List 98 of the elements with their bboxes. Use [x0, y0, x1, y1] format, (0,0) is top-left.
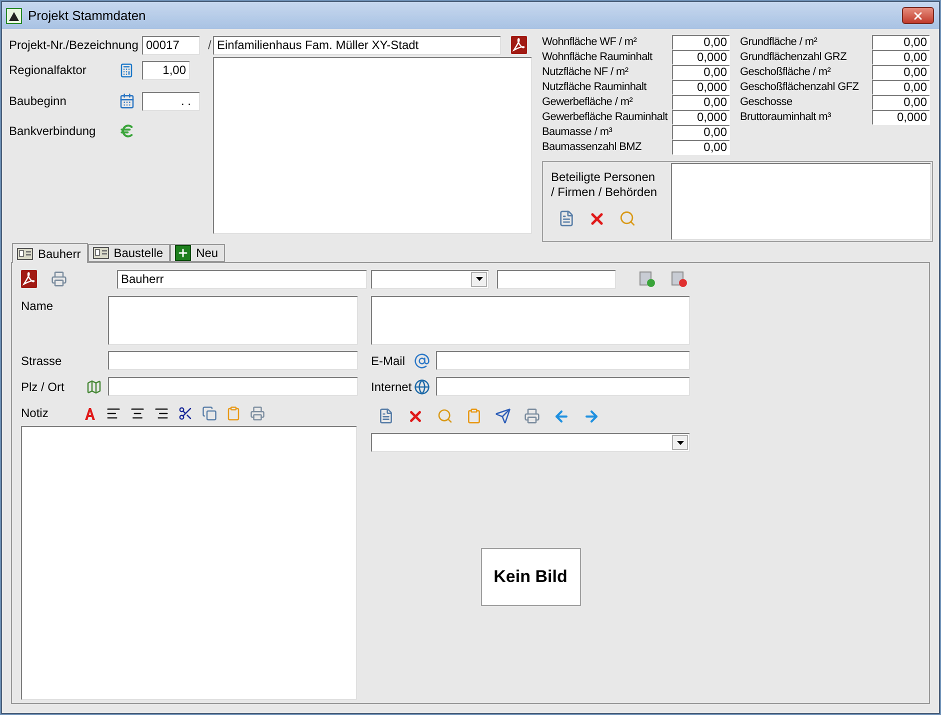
metric-label: Wohnfläche WF / m²: [542, 35, 638, 50]
city-label: Plz / Ort: [21, 378, 66, 396]
tab[interactable]: Baustelle: [88, 244, 170, 262]
align-right-icon[interactable]: [154, 406, 169, 420]
close-icon: [912, 10, 924, 22]
project-label: Projekt-Nr./Bezeichnung: [9, 37, 140, 54]
clipboard-icon[interactable]: [466, 408, 482, 424]
address-card-icon: [92, 246, 109, 260]
construction-start-field[interactable]: . .: [142, 92, 200, 110]
clipboard-icon[interactable]: [226, 406, 241, 420]
calendar-icon[interactable]: [119, 93, 135, 109]
metric-field[interactable]: 0,00: [872, 50, 930, 65]
project-number-field[interactable]: 00017: [142, 36, 200, 54]
euro-icon[interactable]: [119, 123, 135, 139]
metric-label: Baumassenzahl BMZ: [542, 140, 642, 155]
phone-list[interactable]: [371, 296, 690, 345]
metric-field[interactable]: 0,00: [872, 65, 930, 80]
role-field[interactable]: Bauherr: [117, 270, 367, 288]
align-center-icon[interactable]: [130, 406, 145, 420]
email-label: E-Mail: [371, 352, 406, 370]
search-icon[interactable]: [619, 210, 636, 227]
font-color-icon[interactable]: [84, 406, 97, 420]
internet-field[interactable]: [436, 377, 690, 396]
metric-field[interactable]: 0,00: [872, 95, 930, 110]
regional-factor-label: Regionalfaktor: [9, 62, 88, 79]
search-icon[interactable]: [437, 408, 453, 424]
metric-label: Baumasse / m³: [542, 125, 614, 140]
pdf-icon[interactable]: [21, 270, 37, 288]
close-button[interactable]: [902, 7, 934, 24]
metric-label: Wohnfläche Rauminhalt: [542, 50, 654, 65]
name-label: Name: [21, 298, 54, 315]
project-name-field[interactable]: Einfamilienhaus Fam. Müller XY-Stadt: [213, 36, 501, 54]
bank-label: Bankverbindung: [9, 123, 97, 140]
copy-icon[interactable]: [202, 406, 217, 420]
new-document-icon[interactable]: [378, 408, 394, 424]
participants-label: Beteiligte Personen / Firmen / Behörden: [551, 170, 658, 200]
metric-label: Grundflächenzahl GRZ: [740, 50, 848, 65]
metric-field[interactable]: 0,00: [672, 140, 730, 155]
pdf-icon[interactable]: [511, 36, 527, 54]
metric-field[interactable]: 0,00: [872, 80, 930, 95]
description-field[interactable]: [213, 57, 532, 234]
send-icon[interactable]: [495, 408, 511, 424]
window-title: Projekt Stammdaten: [28, 6, 147, 25]
email-icon[interactable]: [414, 352, 430, 368]
metric-label: Geschoßflächenzahl GFZ: [740, 80, 860, 95]
separator-text: /: [208, 37, 212, 54]
street-label: Strasse: [21, 352, 63, 370]
print-icon[interactable]: [250, 406, 265, 420]
calculator-icon[interactable]: [119, 62, 134, 78]
selection-dropdown[interactable]: [371, 433, 690, 452]
street-field[interactable]: [108, 351, 358, 370]
metric-field[interactable]: 0,00: [872, 35, 930, 50]
metric-label: Nutzfläche NF / m²: [542, 65, 630, 80]
metric-field[interactable]: 0,000: [672, 110, 730, 125]
regional-factor-field[interactable]: 1,00: [142, 60, 190, 80]
metric-field[interactable]: 0,000: [872, 110, 930, 125]
metric-label: Gewerbefläche / m²: [542, 95, 634, 110]
metric-label: Nutzfläche Rauminhalt: [542, 80, 648, 95]
metric-field[interactable]: 0,00: [672, 35, 730, 50]
internet-label: Internet: [371, 378, 413, 396]
metric-label: Bruttorauminhalt m³: [740, 110, 832, 125]
tab[interactable]: Bauherr: [12, 243, 88, 263]
print-icon[interactable]: [524, 408, 540, 424]
phone-field[interactable]: [497, 270, 616, 288]
metric-label: Geschoßfläche / m²: [740, 65, 832, 80]
caret-icon: [476, 277, 482, 281]
map-icon[interactable]: [86, 378, 102, 394]
dropdown-button[interactable]: [672, 435, 688, 450]
metric-field[interactable]: 0,00: [672, 125, 730, 140]
caret-icon: [676, 440, 684, 444]
metric-field[interactable]: 0,000: [672, 80, 730, 95]
dropdown-button[interactable]: [471, 272, 487, 286]
arrow-left-icon[interactable]: [553, 408, 570, 424]
align-left-icon[interactable]: [106, 406, 121, 420]
tab[interactable]: Neu: [170, 244, 226, 262]
city-field[interactable]: [108, 377, 358, 396]
email-field[interactable]: [436, 351, 690, 370]
metric-label: Grundfläche / m²: [740, 35, 818, 50]
no-image-text: Kein Bild: [494, 566, 568, 588]
delete-icon[interactable]: [588, 210, 606, 228]
note-field[interactable]: [21, 426, 357, 700]
metric-label: Geschosse: [740, 95, 794, 110]
scissors-icon[interactable]: [178, 406, 193, 420]
name-field[interactable]: [108, 296, 358, 345]
address-card-icon: [17, 246, 33, 260]
phone-type-dropdown[interactable]: [371, 270, 489, 288]
construction-start-label: Baubeginn: [9, 93, 68, 110]
app-icon: [6, 8, 22, 24]
note-label: Notiz: [21, 405, 50, 422]
metric-field[interactable]: 0,000: [672, 50, 730, 65]
add-icon: [175, 245, 192, 261]
metric-label: Gewerbefläche Rauminhalt: [542, 110, 669, 125]
metric-field[interactable]: 0,00: [672, 95, 730, 110]
metric-field[interactable]: 0,00: [672, 65, 730, 80]
print-icon[interactable]: [51, 271, 67, 287]
globe-icon[interactable]: [414, 378, 430, 394]
arrow-right-icon[interactable]: [583, 408, 600, 424]
new-document-icon[interactable]: [558, 210, 575, 227]
